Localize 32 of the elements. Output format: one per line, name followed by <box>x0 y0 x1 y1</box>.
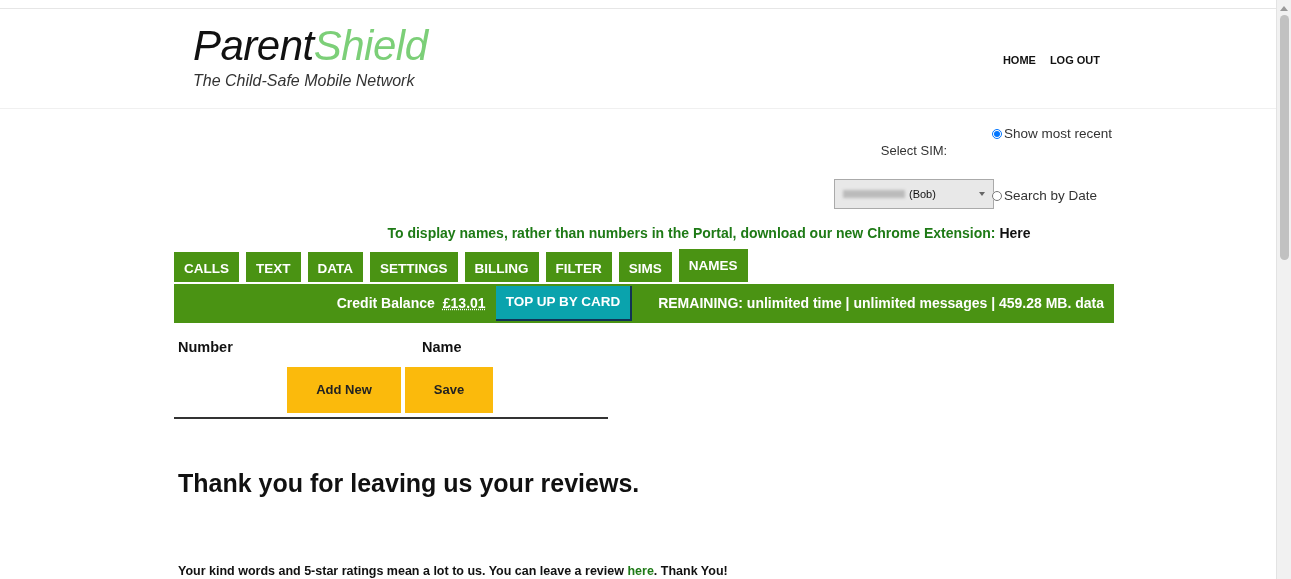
column-header: Name <box>422 338 463 357</box>
tab[interactable]: BILLING <box>464 252 539 282</box>
tab[interactable]: CALLS <box>174 252 239 282</box>
tab[interactable]: TEXT <box>246 252 301 282</box>
tab[interactable]: NAMES <box>678 249 748 282</box>
credit-balance-label: Credit Balance <box>336 294 435 313</box>
add-new-button[interactable]: Add New <box>287 366 401 413</box>
reviews-heading: Thank you for leaving us your reviews. <box>178 467 641 499</box>
radio-button[interactable] <box>992 129 1002 139</box>
scrollbar[interactable] <box>1276 0 1291 579</box>
radio-label[interactable]: Search by Date <box>1004 182 1098 209</box>
tab[interactable]: DATA <box>307 252 363 282</box>
sim-dropdown[interactable]: (Bob) <box>834 178 994 209</box>
credit-amount: £13.01 <box>442 294 486 313</box>
top-up-button[interactable]: TOP UP BY CARD <box>495 286 633 321</box>
nav-link-item[interactable]: LOG OUT <box>1049 53 1100 66</box>
review-link[interactable]: here <box>627 564 654 579</box>
save-button[interactable]: Save <box>405 366 493 413</box>
nav-link-item[interactable]: HOME <box>1002 53 1036 66</box>
tab[interactable]: SETTINGS <box>370 252 458 282</box>
logo-tagline: The Child-Safe Mobile Network <box>193 70 416 91</box>
reviews-text: Your kind words and 5-star ratings mean a lot to us. You can leave a review here. Thank You! <box>178 563 729 579</box>
logo-wordmark: ParentShield <box>193 24 428 67</box>
remaining-summary: REMAINING: unlimited time | unlimited messages | 459.28 MB. data <box>658 294 1104 313</box>
select-sim-label: Select SIM: <box>879 142 949 160</box>
tab[interactable]: SIMS <box>618 252 672 282</box>
radio-button[interactable] <box>992 190 1002 201</box>
tab[interactable]: FILTER <box>545 252 612 282</box>
radio-label[interactable]: Show most recent <box>1004 121 1113 147</box>
column-header: Number <box>178 338 234 357</box>
extension-notice: To display names, rather than numbers in the Portal, download our new Chrome Extension: Here <box>386 224 1032 243</box>
extension-link[interactable]: Here <box>999 225 1031 241</box>
